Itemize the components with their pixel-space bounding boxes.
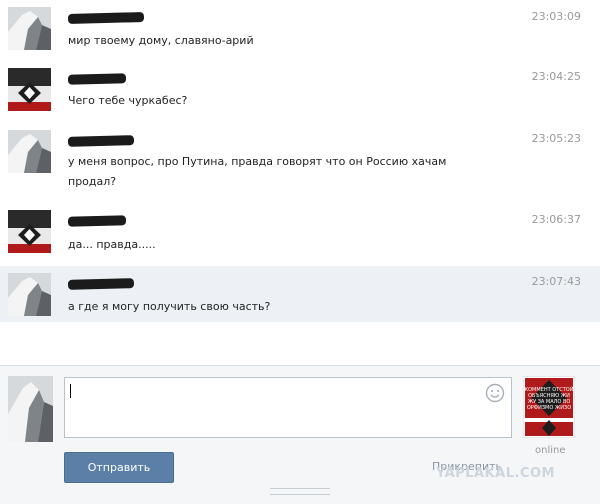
author-name-redacted[interactable] <box>67 12 145 24</box>
message-time: 23:03:09 <box>531 10 581 23</box>
message-time: 23:07:43 <box>531 275 581 288</box>
message-row: да... правда..... 23:06:37 <box>0 204 600 264</box>
avatar[interactable] <box>8 210 51 253</box>
message-time: 23:06:37 <box>531 213 581 226</box>
author-name-redacted[interactable] <box>67 215 127 227</box>
partner-avatar[interactable]: КОММЕНТ ОТСТОЙ ОБЪЯСНЯЮ ЖИ ЖУ ЗА МАЛО ВО… <box>522 375 576 439</box>
avatar[interactable] <box>8 130 51 173</box>
message-time: 23:05:23 <box>531 132 581 145</box>
message-row: у меня вопрос, про Путина, правда говоря… <box>0 124 600 202</box>
message-row: Чего тебе чуркабес? 23:04:25 <box>0 62 600 122</box>
red-symbol-avatar-icon <box>8 210 51 253</box>
avatar[interactable] <box>8 7 51 50</box>
svg-text:КОММЕНТ ОТСТОЙ: КОММЕНТ ОТСТОЙ <box>525 386 574 393</box>
send-button[interactable]: Отправить <box>64 452 174 483</box>
online-status: online <box>535 445 566 456</box>
my-avatar[interactable] <box>8 376 53 442</box>
avatar[interactable] <box>8 68 51 111</box>
gray-photo-avatar-icon <box>8 376 53 442</box>
message-time: 23:04:25 <box>531 70 581 83</box>
message-row-highlighted: а где я могу получить свою часть? 23:07:… <box>0 266 600 322</box>
svg-text:ОРФИЗМО ЖИЗО: ОРФИЗМО ЖИЗО <box>527 405 571 411</box>
smiley-icon[interactable] <box>485 383 505 403</box>
message-input[interactable] <box>64 377 512 438</box>
message-text: Чего тебе чуркабес? <box>68 94 188 107</box>
message-text: у меня вопрос, про Путина, правда говоря… <box>68 155 447 188</box>
avatar[interactable] <box>8 273 51 316</box>
watermark: YAPLAKAL.COM <box>436 466 555 481</box>
red-symbol-avatar-icon <box>8 68 51 111</box>
message-text: да... правда..... <box>68 238 156 251</box>
author-name-redacted[interactable] <box>67 278 135 290</box>
message-text: а где я могу получить свою часть? <box>68 300 271 313</box>
message-row: мир твоему дому, славяно-арий 23:03:09 <box>0 0 600 58</box>
message-text: мир твоему дому, славяно-арий <box>68 34 254 47</box>
author-name-redacted[interactable] <box>67 135 135 147</box>
resize-grip[interactable] <box>270 488 330 495</box>
red-symbol-avatar-icon: КОММЕНТ ОТСТОЙ ОБЪЯСНЯЮ ЖИ ЖУ ЗА МАЛО ВО… <box>522 375 576 439</box>
author-name-redacted[interactable] <box>67 73 127 85</box>
gray-photo-avatar-icon <box>8 130 51 173</box>
gray-photo-avatar-icon <box>8 273 51 316</box>
gray-photo-avatar-icon <box>8 7 51 50</box>
text-caret <box>70 384 71 398</box>
